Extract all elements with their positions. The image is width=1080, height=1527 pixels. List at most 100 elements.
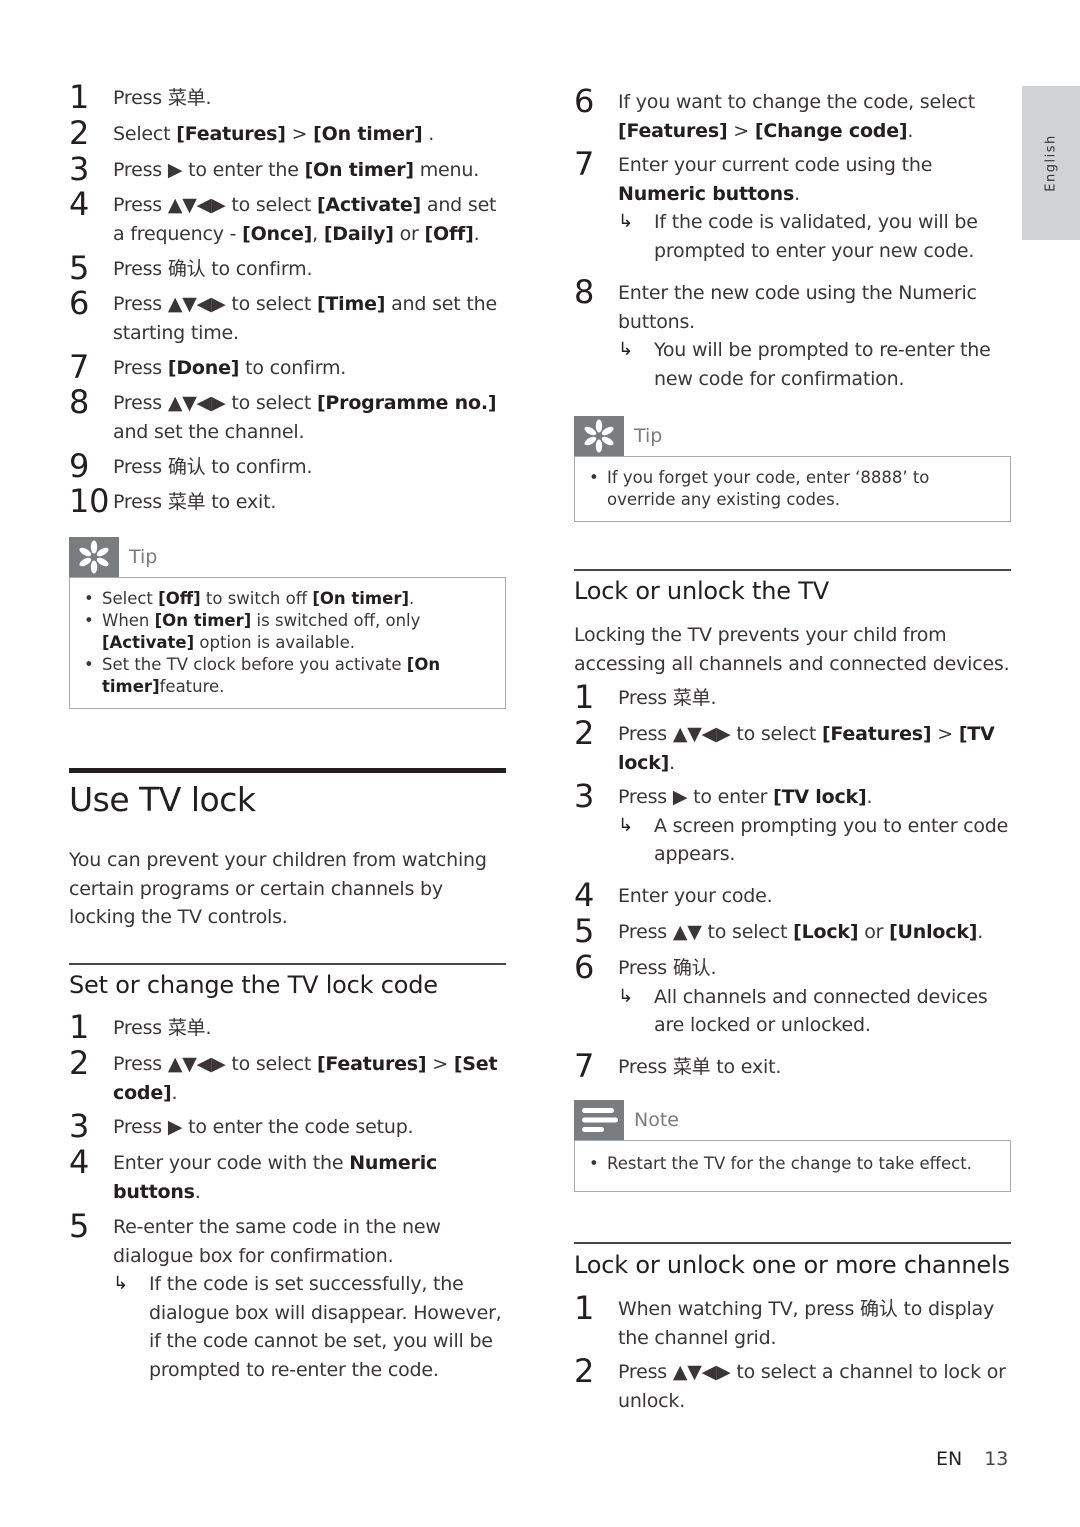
- step: 7 Press 菜单 to exit.: [574, 1049, 1011, 1083]
- step-number: 8: [574, 273, 595, 311]
- step-result-text: If the code is set successfully, the dia…: [149, 1273, 502, 1381]
- list-item: 7 Enter your current code using the Numer…: [574, 147, 1011, 265]
- list-item: 10 Press 菜单 to exit.: [69, 484, 506, 518]
- step: 2 Select [Features] > [On timer] .: [69, 116, 506, 150]
- step: 2 Press ▲▼◀▶ to select [Features] > [Set …: [69, 1046, 506, 1107]
- page-number: 13: [984, 1448, 1009, 1470]
- step-text: Press 确认.: [618, 957, 717, 979]
- step-number: 10: [69, 482, 110, 520]
- step-number: 5: [69, 249, 90, 287]
- step-text: Press ▶ to enter [TV lock].: [618, 786, 873, 808]
- list-item: 3 Press ▶ to enter the code setup.: [69, 1109, 506, 1143]
- step-number: 2: [69, 114, 90, 152]
- step-text: Select [Features] > [On timer] .: [113, 123, 435, 145]
- step-result-text: A screen prompting you to enter code app…: [654, 814, 1009, 866]
- subsection-rule: [574, 1242, 1011, 1244]
- step-number: 6: [574, 82, 595, 120]
- step: 6 Press 确认.: [574, 950, 1011, 984]
- list-item: 8 Enter the new code using the Numeric bu…: [574, 275, 1011, 393]
- step: 8 Press ▲▼◀▶ to select [Programme no.] an…: [69, 385, 506, 446]
- result-arrow-icon: ↳: [113, 1273, 128, 1294]
- step-number: 1: [69, 78, 90, 116]
- step-text: Press 菜单.: [113, 87, 212, 109]
- step-number: 7: [574, 145, 595, 183]
- subsection-title-lock-channels: Lock or unlock one or more channels: [574, 1251, 1010, 1279]
- bullet-item: If you forget your code, enter ‘8888’ to…: [587, 467, 1000, 511]
- step-text: Re-enter the same code in the new dialog…: [113, 1216, 441, 1267]
- note-box: Note Restart the TV for the change to ta…: [574, 1100, 1011, 1192]
- step-text: Press ▶ to enter the [On timer] menu.: [113, 159, 480, 181]
- step-text: Enter your current code using the Numeri…: [618, 154, 933, 205]
- step-text: Press [Done] to confirm.: [113, 357, 347, 379]
- note-label: Note: [634, 1109, 679, 1131]
- list-item: 7 Press 菜单 to exit.: [574, 1049, 1011, 1083]
- step: 8 Enter the new code using the Numeric bu…: [574, 275, 1011, 336]
- result-arrow-icon: ↳: [618, 211, 633, 232]
- step-text: Press ▲▼◀▶ to select [Programme no.] and…: [113, 392, 497, 443]
- step-result: ↳ All channels and connected devices are …: [574, 983, 1011, 1040]
- tip-box-code: Tip If you forget your code, enter ‘8888…: [574, 416, 1011, 522]
- list-item: 6 Press 确认. ↳ All channels and connected de…: [574, 950, 1011, 1040]
- language-tab: English: [1022, 86, 1080, 240]
- section-rule: [69, 768, 506, 773]
- list-item: 4 Enter your code with the Numeric button…: [69, 1145, 506, 1206]
- step-text: Press 菜单.: [113, 1017, 212, 1039]
- section-title-use-tv-lock: Use TV lock: [69, 780, 256, 819]
- step: 2 Press ▲▼◀▶ to select a channel to lock …: [574, 1354, 1011, 1415]
- step: 3 Press ▶ to enter the [On timer] menu.: [69, 152, 506, 186]
- list-item: 3 Press ▶ to enter the [On timer] menu.: [69, 152, 506, 186]
- step: 5 Press ▲▼ to select [Lock] or [Unlock].: [574, 914, 1011, 948]
- step: 7 Enter your current code using the Numer…: [574, 147, 1011, 208]
- step: 1 When watching TV, press 确认 to display t…: [574, 1291, 1011, 1352]
- subsection-title-lock-tv: Lock or unlock the TV: [574, 577, 829, 605]
- step-number: 1: [574, 678, 595, 716]
- footer-lang: EN: [936, 1448, 963, 1470]
- list-item: 5 Press 确认 to confirm.: [69, 251, 506, 285]
- subsection-title-set-code: Set or change the TV lock code: [69, 971, 438, 999]
- list-item: 3 Press ▶ to enter [TV lock]. ↳ A screen pr…: [574, 779, 1011, 869]
- list-item: 2 Press ▲▼◀▶ to select a channel to lock …: [574, 1354, 1011, 1415]
- page-footer: EN 13: [936, 1448, 1008, 1470]
- step: 6 If you want to change the code, select …: [574, 84, 1011, 145]
- step-number: 4: [69, 185, 90, 223]
- step-number: 1: [574, 1289, 595, 1327]
- list-item: 4 Press ▲▼◀▶ to select [Activate] and set…: [69, 187, 506, 248]
- list-item: 8 Press ▲▼◀▶ to select [Programme no.] an…: [69, 385, 506, 446]
- step: 4 Press ▲▼◀▶ to select [Activate] and set…: [69, 187, 506, 248]
- result-arrow-icon: ↳: [618, 814, 633, 836]
- bullet-item: Restart the TV for the change to take ef…: [587, 1153, 1000, 1175]
- step-number: 5: [69, 1207, 90, 1245]
- step-text: Enter your code with the Numeric buttons…: [113, 1152, 438, 1203]
- step-result-text: If the code is validated, you will be pr…: [654, 211, 978, 262]
- use-tv-lock-intro: You can prevent your children from watch…: [69, 849, 487, 928]
- step: 5 Re-enter the same code in the new dialo…: [69, 1209, 506, 1270]
- list-item: 7 Press [Done] to confirm.: [69, 350, 506, 384]
- step-number: 2: [574, 714, 595, 752]
- step: 1 Press 菜单.: [574, 680, 1011, 714]
- step-number: 1: [69, 1008, 90, 1046]
- list-item: 5 Re-enter the same code in the new dialo…: [69, 1209, 506, 1384]
- step-text: Press ▲▼◀▶ to select a channel to lock o…: [618, 1361, 1006, 1412]
- step-result: ↳ A screen prompting you to enter code ap…: [574, 812, 1011, 869]
- step-number: 9: [69, 447, 90, 485]
- step: 2 Press ▲▼◀▶ to select [Features] > [TV l…: [574, 716, 1011, 777]
- step-number: 8: [69, 383, 90, 421]
- step-text: Press ▶ to enter the code setup.: [113, 1116, 414, 1138]
- result-arrow-icon: ↳: [618, 339, 633, 360]
- step-text: Press ▲▼◀▶ to select [Time] and set the …: [113, 293, 497, 344]
- tip-asterisk-icon: [574, 416, 624, 456]
- list-item: 1 When watching TV, press 确认 to display t…: [574, 1291, 1011, 1352]
- list-item: 1 Press 菜单.: [69, 1010, 506, 1044]
- step-text: Press ▲▼◀▶ to select [Features] > [TV lo…: [618, 723, 995, 774]
- step-text: Press 菜单 to exit.: [618, 1056, 782, 1078]
- tip-body: If you forget your code, enter ‘8888’ to…: [574, 456, 1011, 522]
- list-item: 6 If you want to change the code, select …: [574, 84, 1011, 145]
- list-item: 4 Enter your code.: [574, 878, 1011, 912]
- list-item: 5 Press ▲▼ to select [Lock] or [Unlock].: [574, 914, 1011, 948]
- result-arrow-icon: ↳: [618, 985, 633, 1007]
- step-text: Press 菜单 to exit.: [113, 491, 277, 513]
- step-text: If you want to change the code, select […: [618, 91, 976, 142]
- step-number: 3: [69, 1107, 90, 1145]
- step-text: Press ▲▼ to select [Lock] or [Unlock].: [618, 921, 984, 943]
- tip-label: Tip: [634, 425, 663, 447]
